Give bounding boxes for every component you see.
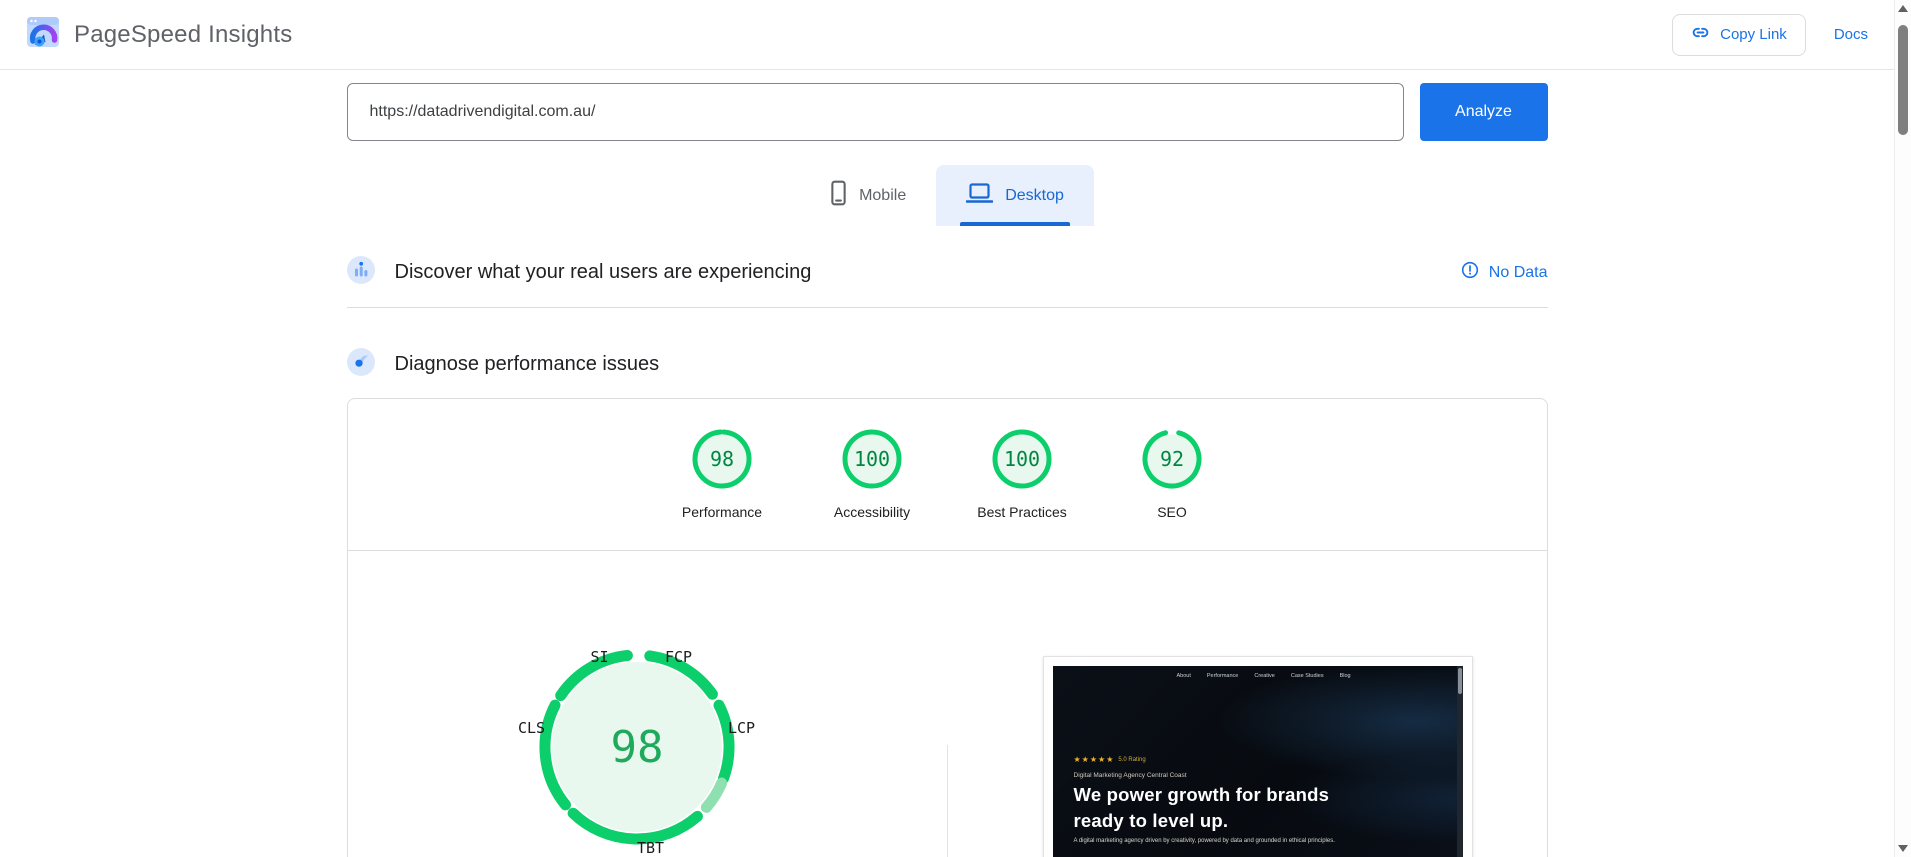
gauge-metric-cls: CLS	[517, 719, 546, 737]
field-data-icon	[346, 256, 375, 289]
preview-scrollbar	[1456, 666, 1463, 857]
preview-scrollbar-thumb	[1457, 668, 1462, 694]
preview-rating: ★★★★★ 5.0 Rating	[1074, 755, 1146, 764]
gauge-metric-tbt: TBT	[636, 839, 665, 857]
page-scrollbar[interactable]	[1894, 0, 1911, 857]
scrollbar-down-arrow[interactable]	[1898, 845, 1908, 852]
copy-link-label: Copy Link	[1720, 26, 1787, 43]
svg-text:100: 100	[1004, 447, 1040, 471]
lab-section-title: Diagnose performance issues	[394, 353, 660, 375]
headline-line-1: We power growth for brands	[1073, 784, 1330, 805]
preview-headline: We power growth for brands ready to leve…	[1074, 782, 1330, 834]
url-bar: Analyze	[346, 83, 1548, 141]
svg-text:98: 98	[610, 722, 663, 773]
performance-gauge: 98 SI FCP CLS LCP TBT	[507, 617, 767, 857]
gauge-metric-fcp: FCP	[664, 648, 693, 666]
no-data-status[interactable]: No Data	[1461, 261, 1548, 284]
gauge-metric-lcp: LCP	[727, 719, 756, 737]
score-accessibility[interactable]: 100 Accessibility	[797, 427, 947, 520]
page-title: PageSpeed Insights	[74, 20, 293, 48]
svg-text:92: 92	[1160, 447, 1184, 471]
score-best-practices[interactable]: 100 Best Practices	[947, 427, 1097, 520]
lab-data-icon	[346, 348, 375, 381]
preview-nav-item: About	[1176, 673, 1191, 679]
preview-nav-item: Blog	[1339, 673, 1351, 679]
headline-line-2: ready to level up.	[1073, 810, 1229, 831]
tab-mobile-label: Mobile	[859, 186, 907, 204]
alert-circle-icon	[1461, 261, 1479, 284]
tab-desktop-label: Desktop	[1005, 186, 1064, 204]
mobile-phone-icon	[830, 180, 847, 211]
section-divider	[346, 307, 1548, 308]
site-preview-screen: About Performance Creative Case Studies …	[1052, 666, 1463, 857]
copy-link-button[interactable]: Copy Link	[1672, 13, 1806, 56]
page: PageSpeed Insights Copy Link Docs Analyz…	[0, 0, 1894, 857]
score-ring: 92	[1142, 429, 1202, 489]
score-ring: 100	[992, 429, 1052, 489]
link-icon	[1691, 23, 1710, 46]
preview-nav-item: Creative	[1254, 673, 1275, 679]
score-seo[interactable]: 92 SEO	[1097, 427, 1247, 520]
desktop-laptop-icon	[965, 182, 994, 209]
tab-desktop[interactable]: Desktop	[936, 165, 1094, 226]
tab-mobile[interactable]: Mobile	[800, 165, 936, 226]
gauge-metric-si: SI	[590, 648, 609, 666]
app-header: PageSpeed Insights Copy Link Docs	[0, 0, 1894, 70]
scrollbar-thumb[interactable]	[1898, 25, 1908, 135]
preview-nav-item: Case Studies	[1290, 673, 1324, 679]
field-data-section: Discover what your real users are experi…	[346, 256, 1548, 289]
preview-subtext: A digital marketing agency driven by cre…	[1073, 838, 1335, 844]
score-label: Performance	[681, 504, 763, 520]
header-actions: Copy Link Docs	[1672, 13, 1868, 56]
device-tabs: Mobile Desktop	[0, 165, 1894, 226]
svg-text:100: 100	[854, 447, 890, 471]
score-label: SEO	[1157, 504, 1187, 520]
analyze-button[interactable]: Analyze	[1419, 83, 1548, 141]
star-icons: ★★★★★	[1073, 755, 1115, 764]
score-ring: 100	[842, 429, 902, 489]
score-summary: 98 Performance 100 Accessibility 100 Bes…	[348, 399, 1547, 520]
report-card: 98 Performance 100 Accessibility 100 Bes…	[346, 398, 1548, 857]
site-screenshot-thumbnail[interactable]: About Performance Creative Case Studies …	[1042, 656, 1473, 857]
url-input[interactable]	[346, 83, 1404, 141]
svg-text:98: 98	[710, 447, 734, 471]
scrollbar-up-arrow[interactable]	[1898, 5, 1908, 12]
brand: PageSpeed Insights	[26, 15, 292, 54]
score-performance[interactable]: 98 Performance	[647, 427, 797, 520]
preview-nav-item: Performance	[1206, 673, 1239, 679]
docs-link[interactable]: Docs	[1834, 26, 1868, 43]
gauge-svg: 98	[538, 650, 735, 845]
vertical-divider	[946, 745, 948, 857]
field-section-title: Discover what your real users are experi…	[394, 261, 812, 283]
lab-data-section: Diagnose performance issues	[346, 348, 1548, 381]
rating-label: 5.0 Rating	[1118, 756, 1146, 763]
metrics-area: 98 SI FCP CLS LCP TBT About Performance …	[348, 551, 1547, 857]
score-label: Accessibility	[833, 504, 911, 520]
no-data-label: No Data	[1488, 263, 1548, 281]
score-label: Best Practices	[977, 504, 1067, 520]
preview-eyebrow: Digital Marketing Agency Central Coast	[1073, 772, 1187, 779]
preview-nav: About Performance Creative Case Studies …	[1177, 673, 1351, 679]
score-ring: 98	[692, 429, 752, 489]
pagespeed-logo-icon	[26, 15, 60, 54]
